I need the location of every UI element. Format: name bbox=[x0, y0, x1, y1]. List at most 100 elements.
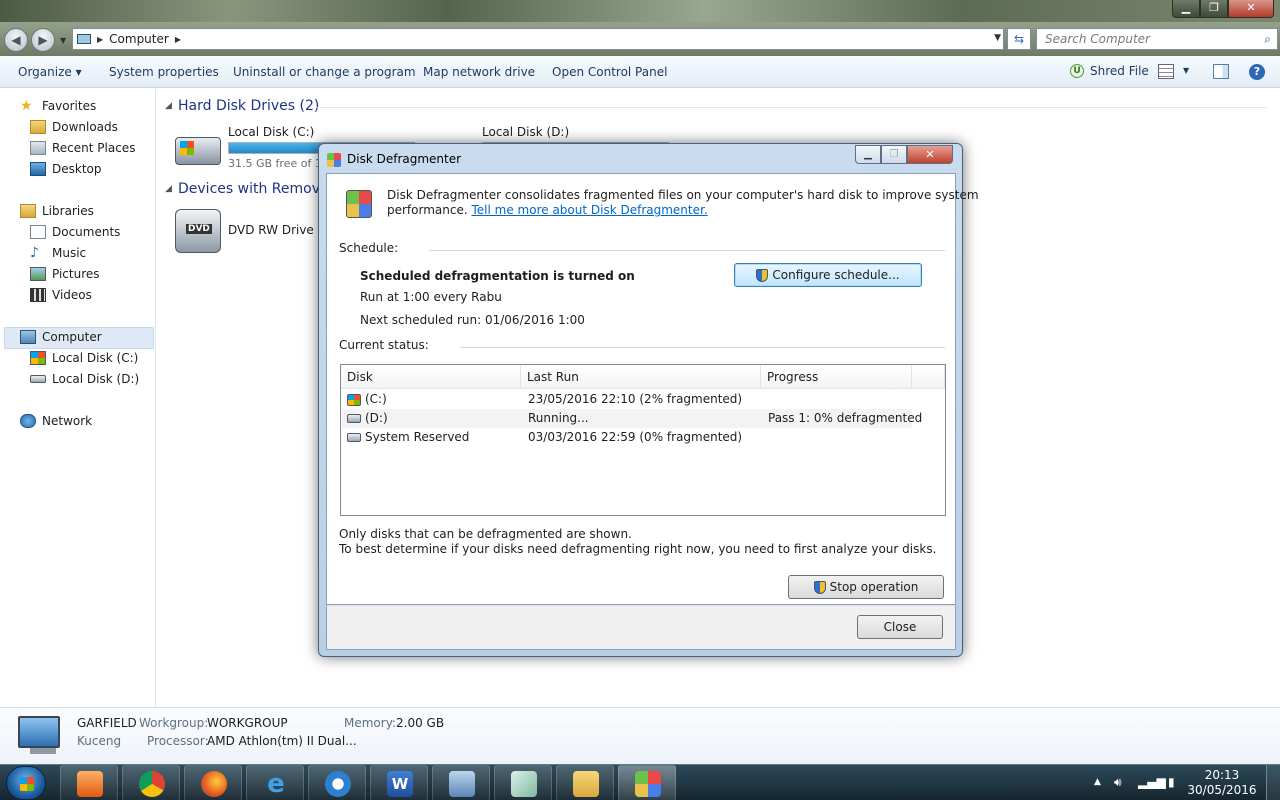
view-options-dropdown-icon[interactable]: ▼ bbox=[1183, 66, 1189, 75]
button-label: Close bbox=[883, 620, 917, 634]
shred-file-button[interactable]: U Shred File bbox=[1070, 64, 1149, 78]
uninstall-program-button[interactable]: Uninstall or change a program bbox=[233, 65, 416, 79]
back-button[interactable]: ◀ bbox=[4, 28, 28, 52]
show-hidden-icons[interactable]: ▲ bbox=[1094, 777, 1101, 787]
start-button[interactable] bbox=[6, 766, 46, 800]
taskbar-ccleaner[interactable] bbox=[308, 765, 366, 800]
help-icon[interactable]: ? bbox=[1249, 64, 1265, 80]
nav-pictures[interactable]: Pictures bbox=[30, 267, 100, 281]
show-desktop-button[interactable] bbox=[1266, 765, 1280, 800]
address-dropdown-icon[interactable]: ▼ bbox=[994, 33, 1001, 43]
explorer-title-bar: ▁ ❐ ✕ bbox=[0, 0, 1280, 22]
battery-icon[interactable]: ▮ bbox=[1168, 775, 1175, 789]
last-run-cell: Running... bbox=[528, 411, 589, 425]
change-view-icon[interactable] bbox=[1158, 64, 1174, 79]
nav-music[interactable]: ♪ Music bbox=[30, 246, 86, 260]
search-icon[interactable]: ⌕ bbox=[1264, 32, 1271, 47]
processor-label: Processor: bbox=[147, 734, 209, 748]
dialog-minimize-button[interactable]: ▁ bbox=[855, 145, 881, 164]
nav-downloads[interactable]: Downloads bbox=[30, 120, 118, 134]
learn-more-link[interactable]: Tell me more about Disk Defragmenter. bbox=[472, 203, 708, 217]
map-network-drive-button[interactable]: Map network drive bbox=[423, 65, 535, 79]
nav-label: Desktop bbox=[52, 162, 102, 176]
defragmenter-icon bbox=[635, 771, 661, 797]
nav-desktop[interactable]: Desktop bbox=[30, 162, 102, 176]
disk-row[interactable]: (C:) 23/05/2016 22:10 (2% fragmented) bbox=[342, 390, 912, 409]
nav-videos[interactable]: Videos bbox=[30, 288, 92, 302]
ccleaner-icon bbox=[325, 771, 351, 797]
breadcrumb-arrow-icon: ▶ bbox=[97, 34, 104, 44]
close-dialog-button[interactable]: Close bbox=[857, 615, 943, 639]
breadcrumb-computer[interactable]: Computer bbox=[109, 32, 169, 46]
stop-operation-button[interactable]: Stop operation bbox=[788, 575, 944, 599]
preview-pane-icon[interactable] bbox=[1213, 64, 1229, 79]
internet-explorer-icon: e bbox=[267, 769, 285, 799]
dialog-body: Disk Defragmenter consolidates fragmente… bbox=[326, 173, 979, 605]
disk-list[interactable]: Disk Last Run Progress (C:) 23/05/2016 2… bbox=[340, 364, 946, 516]
nav-label: Recent Places bbox=[52, 141, 136, 155]
taskbar-media-player[interactable] bbox=[60, 765, 118, 800]
collapse-arrow-icon[interactable]: ◢ bbox=[165, 184, 172, 194]
nav-label: Documents bbox=[52, 225, 121, 239]
disk-row[interactable]: (D:) Running... Pass 1: 0% defragmented bbox=[342, 409, 922, 428]
taskbar-internet-explorer[interactable]: e bbox=[246, 765, 304, 800]
star-icon: ★ bbox=[20, 98, 33, 114]
nav-label: Videos bbox=[52, 288, 92, 302]
search-box: ⌕ bbox=[1036, 28, 1278, 50]
clock-time[interactable]: 20:13 bbox=[1192, 768, 1252, 782]
taskbar-explorer[interactable] bbox=[556, 765, 614, 800]
dialog-close-button[interactable]: ✕ bbox=[907, 145, 953, 164]
refresh-button[interactable]: ⇆ bbox=[1007, 28, 1031, 50]
intro-text-line1: Disk Defragmenter consolidates fragmente… bbox=[387, 188, 979, 202]
nav-favorites[interactable]: ★ Favorites bbox=[20, 99, 96, 113]
nav-documents[interactable]: Documents bbox=[30, 225, 120, 239]
windows-logo-icon bbox=[20, 777, 34, 791]
column-header-progress[interactable]: Progress bbox=[761, 365, 912, 389]
note-text-line1: Only disks that can be defragmented are … bbox=[339, 527, 632, 541]
nav-computer[interactable]: Computer bbox=[20, 330, 102, 344]
remote-desktop-icon bbox=[449, 771, 475, 797]
taskbar-chrome[interactable] bbox=[122, 765, 180, 800]
nav-local-disk-c[interactable]: Local Disk (C:) bbox=[30, 351, 138, 365]
nav-libraries[interactable]: Libraries bbox=[20, 204, 94, 218]
taskbar-remote-desktop[interactable] bbox=[432, 765, 490, 800]
column-header-disk[interactable]: Disk bbox=[341, 365, 521, 389]
group-header-hard-disks[interactable]: Hard Disk Drives (2) bbox=[178, 98, 319, 114]
configure-schedule-button[interactable]: Configure schedule... bbox=[734, 263, 922, 287]
close-button[interactable]: ✕ bbox=[1228, 0, 1274, 18]
disk-cell: (D:) bbox=[347, 411, 388, 425]
taskbar-disk-defragmenter[interactable] bbox=[618, 765, 676, 800]
nav-network[interactable]: Network bbox=[20, 414, 92, 428]
system-properties-button[interactable]: System properties bbox=[109, 65, 219, 79]
disk-row[interactable]: System Reserved 03/03/2016 22:59 (0% fra… bbox=[342, 428, 912, 447]
breadcrumb-arrow-icon[interactable]: ▶ bbox=[175, 35, 181, 44]
group-header-devices[interactable]: Devices with Remova bbox=[178, 181, 329, 197]
address-bar[interactable]: ▶ Computer ▶ ▼ bbox=[72, 28, 1004, 50]
recent-pages-dropdown[interactable]: ▼ bbox=[60, 36, 66, 45]
taskbar-word[interactable]: W bbox=[370, 765, 428, 800]
schedule-run-time: Run at 1:00 every Rabu bbox=[360, 290, 502, 304]
nav-recent-places[interactable]: Recent Places bbox=[30, 141, 135, 155]
dvd-logo: DVD bbox=[186, 224, 212, 234]
system-drive-icon bbox=[347, 393, 361, 406]
column-header-filler bbox=[912, 365, 945, 389]
nav-local-disk-d[interactable]: Local Disk (D:) bbox=[30, 372, 139, 386]
clock-date[interactable]: 30/05/2016 bbox=[1184, 783, 1260, 797]
forward-button[interactable]: ▶ bbox=[31, 28, 55, 52]
schedule-label: Schedule: bbox=[339, 241, 399, 255]
maximize-button[interactable]: ❐ bbox=[1200, 0, 1228, 18]
minimize-button[interactable]: ▁ bbox=[1172, 0, 1200, 18]
last-run-cell: 23/05/2016 22:10 (2% fragmented) bbox=[528, 392, 743, 406]
organize-menu[interactable]: Organize ▾ bbox=[18, 65, 82, 79]
notes-icon bbox=[511, 771, 537, 797]
volume-icon[interactable]: 🔊︎ bbox=[1114, 775, 1122, 790]
search-input[interactable] bbox=[1037, 29, 1247, 49]
taskbar-firefox[interactable] bbox=[184, 765, 242, 800]
computer-description: Kuceng bbox=[77, 734, 122, 748]
documents-icon bbox=[30, 225, 46, 239]
collapse-arrow-icon[interactable]: ◢ bbox=[165, 101, 172, 111]
open-control-panel-button[interactable]: Open Control Panel bbox=[552, 65, 667, 79]
taskbar-sticky-app[interactable] bbox=[494, 765, 552, 800]
column-header-last-run[interactable]: Last Run bbox=[521, 365, 761, 389]
network-signal-icon[interactable]: ▂▄▆ bbox=[1138, 775, 1166, 789]
